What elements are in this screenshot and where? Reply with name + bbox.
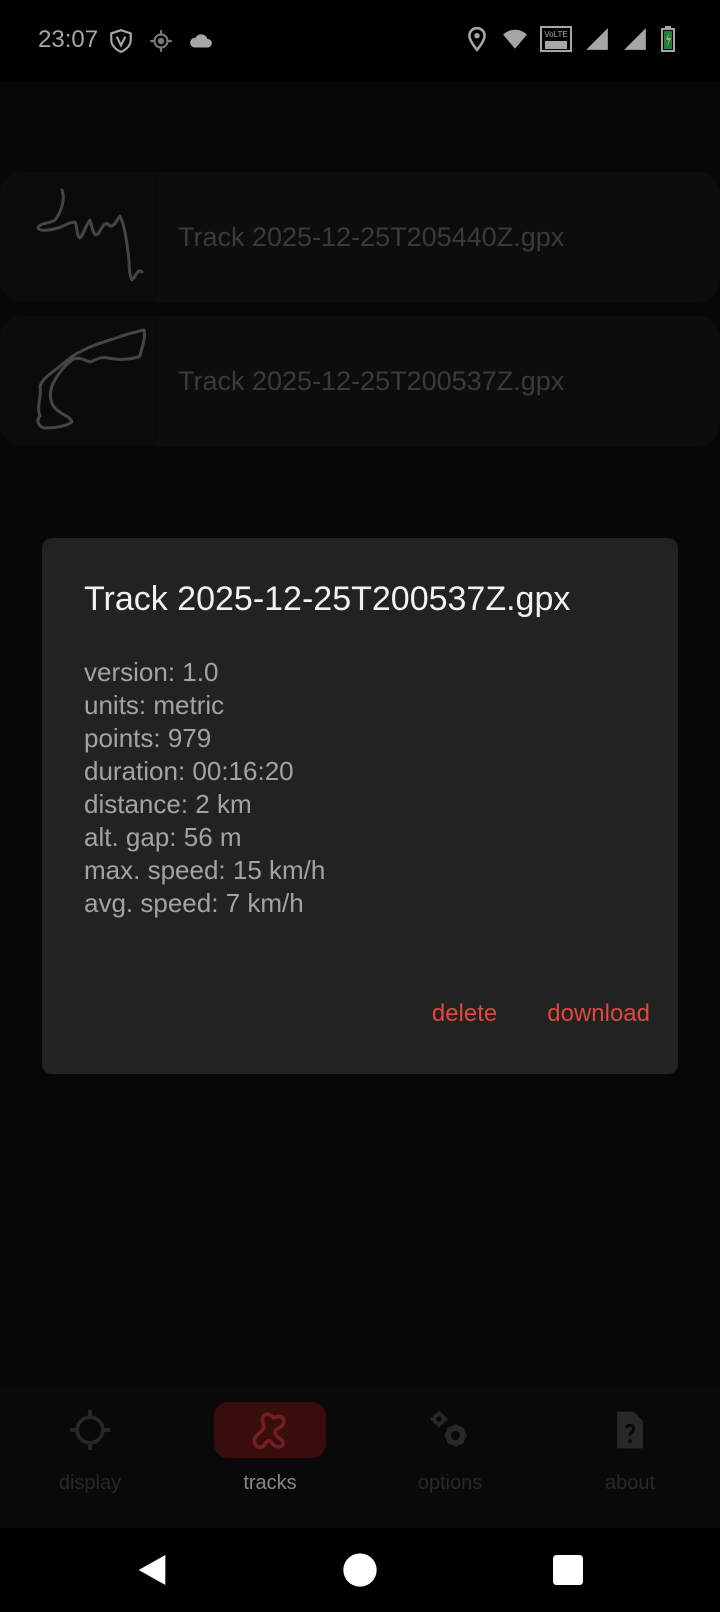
info-max-speed: max. speed: 15 km/h bbox=[84, 855, 326, 885]
track-info-dialog: Track 2025-12-25T200537Z.gpx version: 1.… bbox=[42, 538, 678, 1074]
delete-button[interactable]: delete bbox=[432, 1000, 497, 1028]
home-icon[interactable] bbox=[340, 1550, 380, 1590]
info-avg-speed: avg. speed: 7 km/h bbox=[84, 888, 304, 918]
system-navigation-bar bbox=[0, 1528, 720, 1612]
info-units: units: metric bbox=[84, 690, 225, 720]
info-duration: duration: 00:16:20 bbox=[84, 756, 294, 786]
info-distance: distance: 2 km bbox=[84, 789, 252, 819]
recents-icon[interactable] bbox=[548, 1550, 588, 1590]
track-info-list: version: 1.0 units: metric points: 979 d… bbox=[84, 656, 325, 920]
back-icon[interactable] bbox=[132, 1550, 172, 1590]
info-points: points: 979 bbox=[84, 723, 212, 753]
download-button[interactable]: download bbox=[547, 1000, 650, 1028]
info-alt-gap: alt. gap: 56 m bbox=[84, 822, 242, 852]
dialog-title: Track 2025-12-25T200537Z.gpx bbox=[84, 580, 571, 618]
dialog-actions: delete download bbox=[432, 1000, 650, 1028]
info-version: version: 1.0 bbox=[84, 657, 219, 687]
